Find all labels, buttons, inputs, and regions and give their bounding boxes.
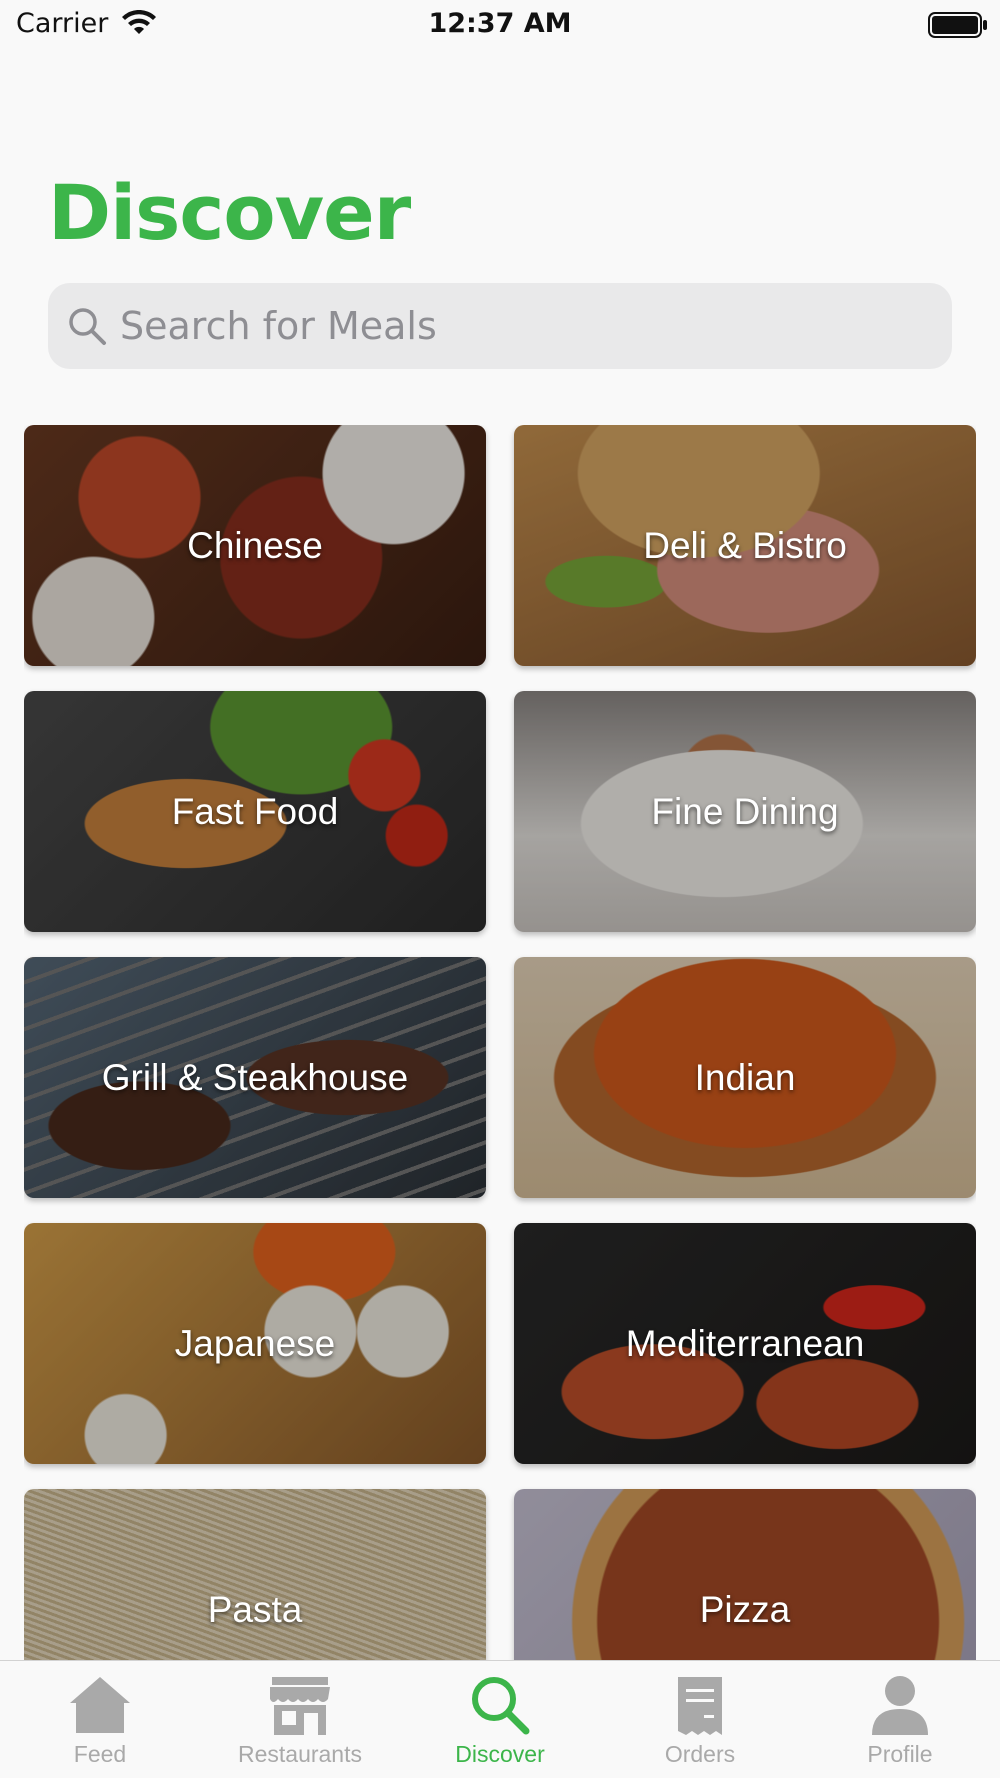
category-tile-indian[interactable]: Indian: [514, 957, 976, 1198]
tab-feed[interactable]: Feed: [0, 1661, 200, 1778]
category-label: Mediterranean: [625, 1322, 865, 1364]
tab-profile[interactable]: Profile: [800, 1661, 1000, 1778]
page-title: Discover: [48, 168, 411, 257]
status-bar: Carrier 12:37 AM: [0, 0, 1000, 50]
tab-discover[interactable]: Discover: [400, 1661, 600, 1778]
category-label: Fine Dining: [651, 790, 839, 832]
category-tile-fast-food[interactable]: Fast Food: [24, 691, 486, 932]
category-tile-deli-bistro[interactable]: Deli & Bistro: [514, 425, 976, 666]
search-icon: [69, 308, 106, 345]
tab-label: Discover: [455, 1741, 545, 1767]
category-tile-pizza[interactable]: Pizza: [514, 1489, 976, 1660]
clock-label: 12:37 AM: [428, 8, 572, 39]
category-grid: Chinese Deli & Bistro Fast Food Fine Din…: [24, 425, 976, 1660]
tab-label: Profile: [867, 1741, 933, 1767]
tab-bar: Feed Restaurants Discover Orders Profile: [0, 1660, 1000, 1778]
category-label: Pizza: [699, 1588, 791, 1630]
receipt-icon: [678, 1677, 722, 1735]
category-label: Fast Food: [171, 790, 339, 832]
category-tile-pasta[interactable]: Pasta: [24, 1489, 486, 1660]
person-icon: [872, 1676, 928, 1735]
category-label: Chinese: [187, 524, 323, 566]
tab-orders[interactable]: Orders: [600, 1661, 800, 1778]
category-label: Deli & Bistro: [643, 524, 847, 566]
storefront-icon: [270, 1677, 330, 1735]
tab-restaurants[interactable]: Restaurants: [200, 1661, 400, 1778]
category-label: Grill & Steakhouse: [101, 1056, 409, 1098]
category-tile-grill-steakhouse[interactable]: Grill & Steakhouse: [24, 957, 486, 1198]
category-tile-japanese[interactable]: Japanese: [24, 1223, 486, 1464]
category-label: Pasta: [207, 1588, 303, 1630]
category-label: Indian: [694, 1056, 796, 1098]
tab-label: Feed: [73, 1741, 127, 1767]
search-input[interactable]: [120, 283, 940, 369]
search-bar[interactable]: [48, 283, 952, 369]
tab-label: Restaurants: [237, 1741, 362, 1767]
battery-icon: [928, 12, 987, 38]
house-icon: [70, 1677, 130, 1733]
category-label: Japanese: [174, 1322, 336, 1364]
tab-label: Orders: [664, 1741, 736, 1767]
search-icon: [472, 1677, 530, 1735]
category-tile-fine-dining[interactable]: Fine Dining: [514, 691, 976, 932]
category-tile-chinese[interactable]: Chinese: [24, 425, 486, 666]
category-tile-mediterranean[interactable]: Mediterranean: [514, 1223, 976, 1464]
